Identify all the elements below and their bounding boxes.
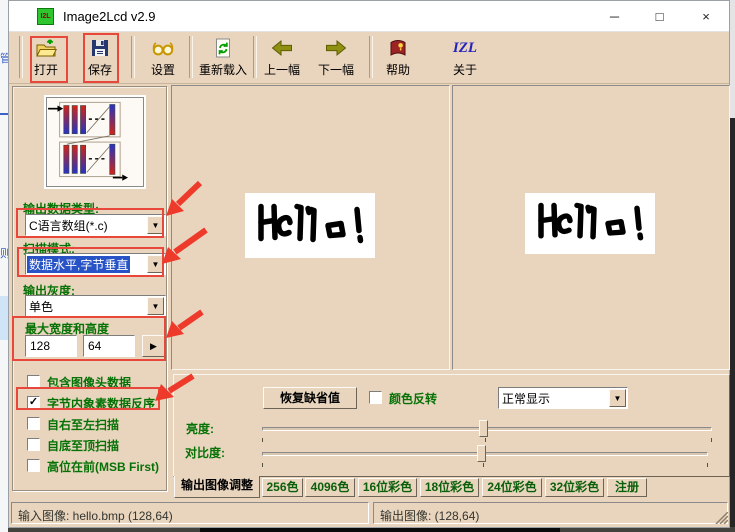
- color-invert-label[interactable]: 颜色反转: [389, 390, 437, 407]
- slider-tick: [483, 463, 484, 467]
- output-gray-combo[interactable]: 单色 ▼: [25, 295, 166, 317]
- include-header-checkbox[interactable]: [27, 375, 40, 388]
- msb-first-checkbox[interactable]: [27, 459, 40, 472]
- display-mode-combo[interactable]: 正常显示 ▼: [498, 387, 628, 409]
- scan-mode-combo[interactable]: 数据水平,字节垂直 ▼: [25, 253, 166, 275]
- maximize-button[interactable]: □: [637, 2, 682, 31]
- size-more-button[interactable]: ▶: [142, 335, 165, 357]
- previous-button[interactable]: 上一幅: [261, 36, 303, 78]
- brightness-slider-thumb[interactable]: [479, 420, 488, 437]
- chevron-down-icon[interactable]: ▼: [609, 389, 626, 407]
- background-window-strip: 管 则: [0, 0, 8, 532]
- tab-18bit-color[interactable]: 18位彩色: [420, 478, 479, 497]
- tab-24bit-color[interactable]: 24位彩色: [482, 478, 542, 497]
- reload-document-icon: [197, 36, 249, 60]
- about-button-label: 关于: [445, 61, 485, 78]
- right-to-left-label[interactable]: 自右至左扫描: [47, 416, 119, 433]
- scan-mode-diagram: [44, 95, 146, 189]
- tab-output-image-adjust[interactable]: 输出图像调整: [174, 476, 260, 498]
- help-button[interactable]: 帮助: [379, 36, 417, 78]
- msb-first-label[interactable]: 高位在前(MSB First): [47, 458, 159, 475]
- tab-16bit-color[interactable]: 16位彩色: [358, 478, 417, 497]
- chevron-down-icon[interactable]: ▼: [147, 255, 164, 273]
- toolbar-separator: [189, 36, 193, 78]
- next-arrow-icon: [315, 36, 357, 60]
- background-divider: [0, 113, 8, 115]
- previous-button-label: 上一幅: [261, 61, 303, 78]
- tab-32bit-color[interactable]: 32位彩色: [545, 478, 604, 497]
- settings-button-label: 设置: [143, 61, 183, 78]
- scan-mode-value: 数据水平,字节垂直: [27, 256, 130, 273]
- help-book-icon: [379, 36, 417, 60]
- output-type-value: C语言数组(*.c): [29, 217, 108, 234]
- reload-button-label: 重新载入: [197, 61, 249, 78]
- color-invert-checkbox[interactable]: [369, 391, 382, 404]
- byte-pixel-reverse-checkbox[interactable]: ✓: [27, 396, 40, 409]
- slider-tick: [262, 438, 263, 442]
- background-highlight: [0, 296, 8, 340]
- settings-button[interactable]: 设置: [143, 36, 183, 78]
- slider-tick: [485, 438, 486, 442]
- restore-defaults-button[interactable]: 恢复缺省值: [263, 387, 357, 409]
- status-input-image: 输入图像: hello.bmp (128,64): [18, 507, 173, 524]
- reload-button[interactable]: 重新载入: [197, 36, 249, 78]
- toolbar-separator: [131, 36, 135, 78]
- output-preview-image: [525, 193, 655, 254]
- status-input-panel: 输入图像: hello.bmp (128,64): [11, 502, 369, 524]
- right-to-left-checkbox[interactable]: [27, 417, 40, 430]
- toolbar-separator: [253, 36, 257, 78]
- byte-pixel-reverse-label[interactable]: 字节内象素数据反序: [47, 395, 155, 412]
- bottom-to-top-checkbox[interactable]: [27, 438, 40, 451]
- open-folder-icon: [27, 36, 65, 60]
- max-width-input[interactable]: [25, 335, 77, 357]
- output-gray-value: 单色: [29, 298, 53, 315]
- toolbar-separator: [19, 36, 23, 78]
- status-output-panel: 输出图像: (128,64): [373, 502, 728, 524]
- slider-tick: [711, 438, 712, 442]
- resize-grip[interactable]: [715, 512, 728, 524]
- tab-4096-color[interactable]: 4096色: [305, 478, 355, 497]
- previous-arrow-icon: [261, 36, 303, 60]
- open-button[interactable]: 打开: [27, 36, 65, 78]
- about-button[interactable]: IZL 关于: [445, 36, 485, 78]
- brightness-label: 亮度:: [186, 420, 214, 437]
- input-preview-image: [245, 193, 375, 258]
- save-button-label: 保存: [81, 61, 119, 78]
- image2lcd-window: I2L Image2Lcd v2.9 ─ □ × 打开: [8, 0, 730, 528]
- chevron-down-icon[interactable]: ▼: [147, 216, 164, 234]
- save-button[interactable]: 保存: [81, 36, 119, 78]
- save-floppy-icon: [81, 36, 119, 60]
- contrast-slider-thumb[interactable]: [477, 445, 486, 462]
- tab-register[interactable]: 注册: [607, 478, 647, 497]
- window-title: Image2Lcd v2.9: [63, 9, 156, 24]
- output-preview-pane: [452, 85, 730, 370]
- next-button-label: 下一幅: [315, 61, 357, 78]
- close-button[interactable]: ×: [682, 2, 730, 31]
- title-bar[interactable]: I2L Image2Lcd v2.9 ─ □ ×: [9, 1, 729, 31]
- about-izl-icon: IZL: [445, 36, 485, 60]
- display-mode-value: 正常显示: [502, 390, 550, 407]
- minimize-button[interactable]: ─: [592, 2, 637, 31]
- toolbar-separator: [369, 36, 373, 78]
- bottom-to-top-label[interactable]: 自底至顶扫描: [47, 437, 119, 454]
- include-header-label[interactable]: 包含图像头数据: [47, 374, 131, 391]
- slider-tick: [262, 463, 263, 467]
- contrast-label: 对比度:: [185, 444, 225, 461]
- adjust-tab-page: [173, 374, 730, 477]
- screen: 管 则 I2L Image2Lcd v2.9 ─ □ ×: [0, 0, 735, 532]
- open-button-label: 打开: [27, 61, 65, 78]
- next-button[interactable]: 下一幅: [315, 36, 357, 78]
- max-height-input[interactable]: [83, 335, 135, 357]
- glasses-icon: [143, 36, 183, 60]
- tab-256-color[interactable]: 256色: [262, 478, 303, 497]
- options-panel: 输出数据类型: C语言数组(*.c) ▼ 扫描模式: 数据水平,字节垂直 ▼ 输…: [12, 86, 167, 491]
- app-icon: I2L: [37, 8, 54, 25]
- chevron-down-icon[interactable]: ▼: [147, 297, 164, 315]
- help-button-label: 帮助: [379, 61, 417, 78]
- status-output-image: 输出图像: (128,64): [380, 507, 479, 524]
- output-type-combo[interactable]: C语言数组(*.c) ▼: [25, 214, 166, 236]
- input-preview-pane: [171, 85, 450, 370]
- slider-tick: [707, 463, 708, 467]
- toolbar: 打开 保存: [9, 31, 729, 84]
